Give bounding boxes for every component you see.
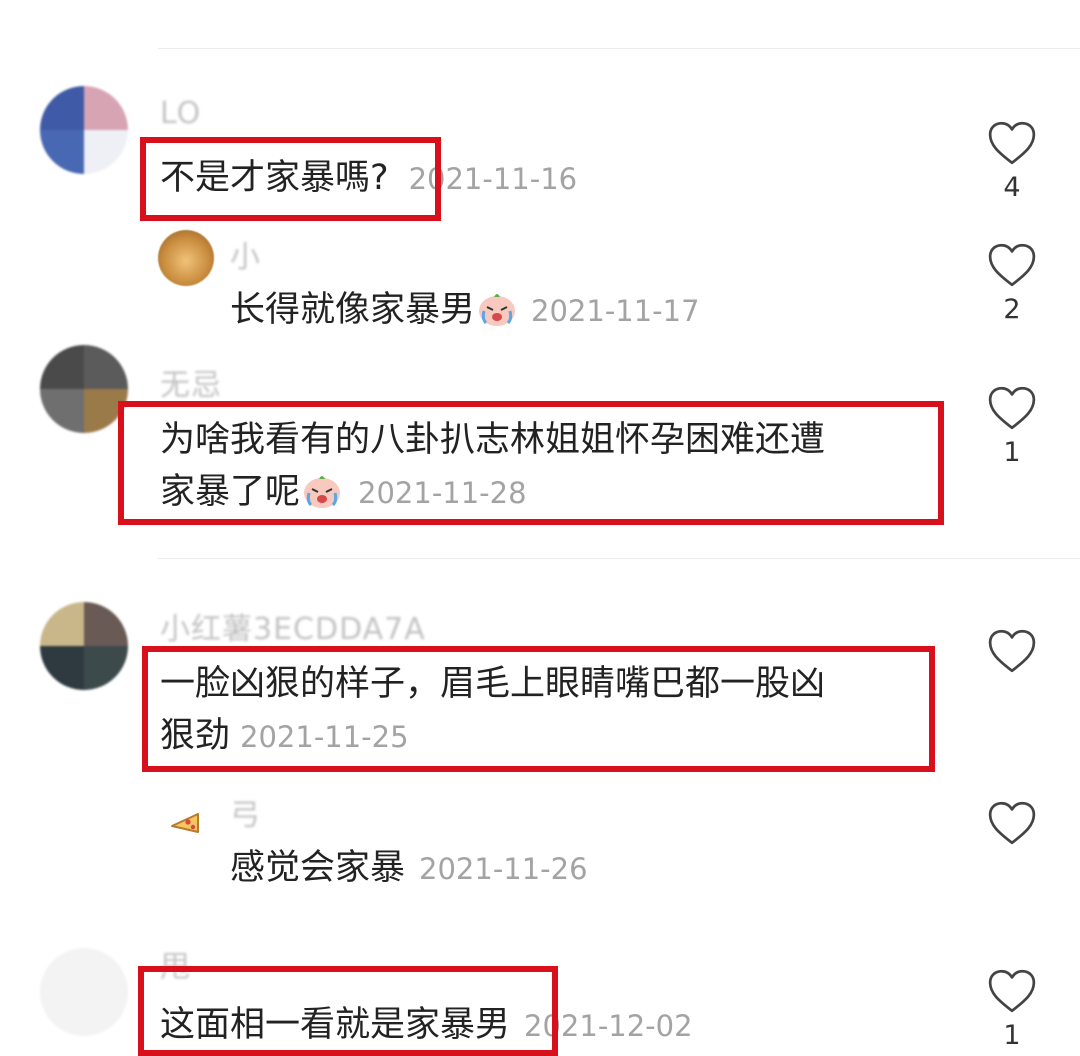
like-button[interactable] [982, 800, 1042, 846]
highlight-box [118, 401, 944, 525]
comment-text: 感觉会家暴 2021-11-26 [230, 842, 588, 895]
like-button[interactable]: 4 [982, 120, 1042, 204]
heart-icon [988, 969, 1036, 1013]
highlight-box [140, 137, 441, 221]
comment-date: 2021-11-17 [531, 294, 700, 328]
like-count: 4 [1003, 172, 1021, 203]
heart-icon [988, 629, 1036, 673]
username[interactable]: LO [160, 96, 201, 131]
crying-face-emoji [479, 294, 516, 326]
heart-icon [988, 121, 1036, 165]
comment-date: 2021-11-26 [419, 852, 588, 886]
avatar[interactable] [158, 230, 214, 286]
like-count: 1 [1003, 437, 1021, 468]
avatar[interactable] [40, 948, 128, 1036]
comment-text: 长得就像家暴男 2021-11-17 [230, 284, 700, 337]
heart-icon [988, 801, 1036, 845]
like-count: 1 [1003, 1020, 1021, 1051]
like-button[interactable]: 2 [982, 242, 1042, 326]
heart-icon [988, 386, 1036, 430]
avatar[interactable] [158, 794, 214, 850]
like-count: 2 [1003, 294, 1021, 325]
avatar[interactable] [40, 602, 128, 690]
avatar[interactable] [40, 86, 128, 174]
section-divider [158, 558, 1080, 559]
comment-body: 长得就像家暴男 [230, 290, 476, 330]
heart-icon [988, 243, 1036, 287]
pizza-icon [171, 813, 199, 833]
username[interactable]: 弓 [230, 790, 261, 834]
like-button[interactable] [982, 628, 1042, 674]
username[interactable]: 小 [230, 232, 261, 276]
top-divider [158, 48, 1080, 49]
like-button[interactable]: 1 [982, 968, 1042, 1052]
username[interactable]: 小红薯3ECDDA7A [160, 604, 426, 648]
avatar[interactable] [40, 345, 128, 433]
like-button[interactable]: 1 [982, 385, 1042, 469]
highlight-box [138, 966, 558, 1056]
username[interactable]: 无忌 [160, 360, 222, 404]
comment-body: 感觉会家暴 [230, 848, 406, 888]
highlight-box [142, 646, 935, 772]
